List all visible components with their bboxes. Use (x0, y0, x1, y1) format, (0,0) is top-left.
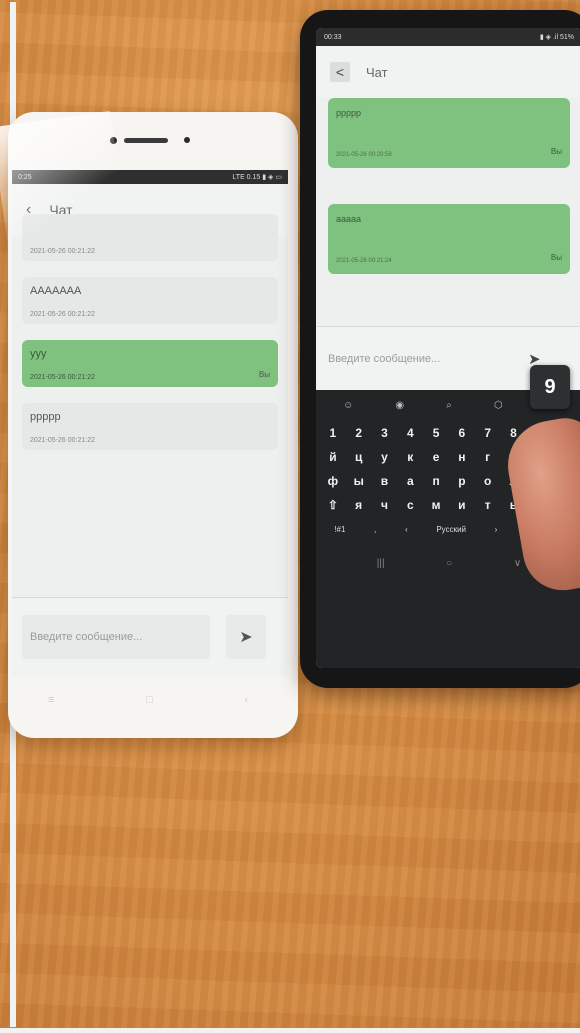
back-arrow-icon[interactable]: < (330, 62, 350, 82)
emoji-icon[interactable]: ☺ (343, 400, 353, 411)
message-composer: Введите сообщение... ➤ (12, 597, 288, 676)
status-bar: 0:25 LTE 0.15 ▮ ◈ ▭ (12, 170, 288, 184)
message-item: ppppp 2021-05-26 00:21:22 (22, 403, 278, 450)
key[interactable]: т (478, 498, 498, 512)
message-list: 2021-05-26 00:21:22 ААААААА 2021-05-26 0… (12, 214, 288, 450)
message-item-own: ааааа 2021-05-26 00:21:24 Вы (328, 204, 570, 274)
key[interactable]: 7 (478, 426, 498, 440)
message-timestamp: 2021-05-26 00:20:58 (336, 152, 392, 158)
sticker-icon[interactable]: ◉ (395, 400, 404, 411)
key[interactable]: н (452, 450, 472, 464)
key[interactable]: 3 (374, 426, 394, 440)
key[interactable]: 1 (323, 426, 343, 440)
image-bottom-border (0, 1028, 580, 1033)
key[interactable]: п (426, 474, 446, 488)
message-text (30, 222, 270, 240)
key[interactable]: и (452, 498, 472, 512)
spacebar-language-key[interactable]: Русский (436, 525, 466, 534)
app-bar: < Чат (316, 46, 580, 98)
key[interactable]: е (426, 450, 446, 464)
left-phone-screen: 0:25 LTE 0.15 ▮ ◈ ▭ ‹ Чат 2021-05-26 00:… (12, 170, 288, 676)
message-input[interactable]: Введите сообщение... (328, 353, 518, 365)
status-indicators: LTE 0.15 ▮ ◈ ▭ (232, 174, 282, 181)
home-key-icon[interactable]: □ (146, 694, 153, 706)
message-list: ppppp 2021-05-26 00:20:58 Вы ааааа 2021-… (316, 98, 580, 274)
message-timestamp: 2021-05-26 00:21:22 (30, 374, 95, 381)
status-indicators: ▮ ◈ .il 51% (539, 34, 574, 41)
key[interactable]: 6 (452, 426, 472, 440)
key[interactable]: 2 (349, 426, 369, 440)
key[interactable]: о (478, 474, 498, 488)
key[interactable]: ч (374, 498, 394, 512)
key[interactable]: с (400, 498, 420, 512)
chevron-right-icon[interactable]: › (495, 525, 498, 534)
message-timestamp: 2021-05-26 00:21:22 (30, 311, 95, 318)
message-timestamp: 2021-05-26 00:21:22 (30, 248, 95, 255)
right-phone: 00:33 ▮ ◈ .il 51% < Чат ppppp 2021-05-26… (300, 10, 580, 688)
key[interactable]: к (400, 450, 420, 464)
shift-key-icon[interactable]: ⇧ (323, 498, 343, 512)
message-item-own: ууу 2021-05-26 00:21:22 Вы (22, 340, 278, 387)
gif-icon[interactable]: ⬡ (494, 400, 503, 411)
menu-key-icon[interactable]: ≡ (48, 694, 54, 706)
comma-key[interactable]: , (374, 525, 376, 534)
message-item: 2021-05-26 00:21:22 (22, 214, 278, 261)
recents-icon[interactable]: ||| (377, 558, 385, 569)
chevron-left-icon[interactable]: ‹ (405, 525, 408, 534)
home-icon[interactable]: ○ (446, 558, 452, 569)
status-time: 00:33 (324, 33, 342, 41)
message-text: ААААААА (30, 285, 82, 297)
key[interactable]: ф (323, 474, 343, 488)
key[interactable]: а (400, 474, 420, 488)
send-icon[interactable]: ➤ (226, 615, 266, 659)
message-text: ааааа (336, 214, 362, 224)
key[interactable]: 5 (426, 426, 446, 440)
search-icon[interactable]: ⌕ (446, 400, 452, 411)
key[interactable]: г (478, 450, 498, 464)
key[interactable]: м (426, 498, 446, 512)
key-press-popup: 9 (530, 365, 570, 409)
earpiece-speaker (124, 138, 168, 143)
message-timestamp: 2021-05-26 00:21:22 (30, 437, 95, 444)
key[interactable]: у (374, 450, 394, 464)
key[interactable]: 4 (400, 426, 420, 440)
symbols-key[interactable]: !#1 (334, 525, 345, 534)
message-item-own: ppppp 2021-05-26 00:20:58 Вы (328, 98, 570, 168)
key[interactable]: ц (349, 450, 369, 464)
key[interactable]: ы (349, 474, 369, 488)
status-time: 0:25 (18, 173, 32, 181)
key[interactable]: р (452, 474, 472, 488)
message-sender: Вы (258, 370, 270, 379)
left-phone: 0:25 LTE 0.15 ▮ ◈ ▭ ‹ Чат 2021-05-26 00:… (8, 112, 298, 738)
message-timestamp: 2021-05-26 00:21:24 (336, 258, 392, 264)
front-camera (110, 137, 117, 144)
back-key-icon[interactable]: ‹ (244, 694, 248, 706)
message-sender: Вы (550, 253, 562, 262)
message-input[interactable]: Введите сообщение... (22, 615, 210, 659)
key[interactable]: й (323, 450, 343, 464)
message-sender: Вы (550, 147, 562, 156)
status-bar: 00:33 ▮ ◈ .il 51% (316, 28, 580, 46)
message-item: ААААААА 2021-05-26 00:21:22 (22, 277, 278, 324)
photo-scene: 0:25 LTE 0.15 ▮ ◈ ▭ ‹ Чат 2021-05-26 00:… (0, 0, 580, 1033)
proximity-sensor (184, 137, 190, 143)
message-text: ppppp (30, 411, 61, 423)
message-text: ppppp (336, 108, 362, 118)
message-text: ууу (30, 348, 47, 360)
hardware-nav-keys: ≡ □ ‹ (48, 694, 248, 706)
key[interactable]: в (374, 474, 394, 488)
hide-keyboard-icon[interactable]: ∨ (514, 558, 521, 569)
chat-title: Чат (366, 64, 388, 80)
key[interactable]: я (349, 498, 369, 512)
